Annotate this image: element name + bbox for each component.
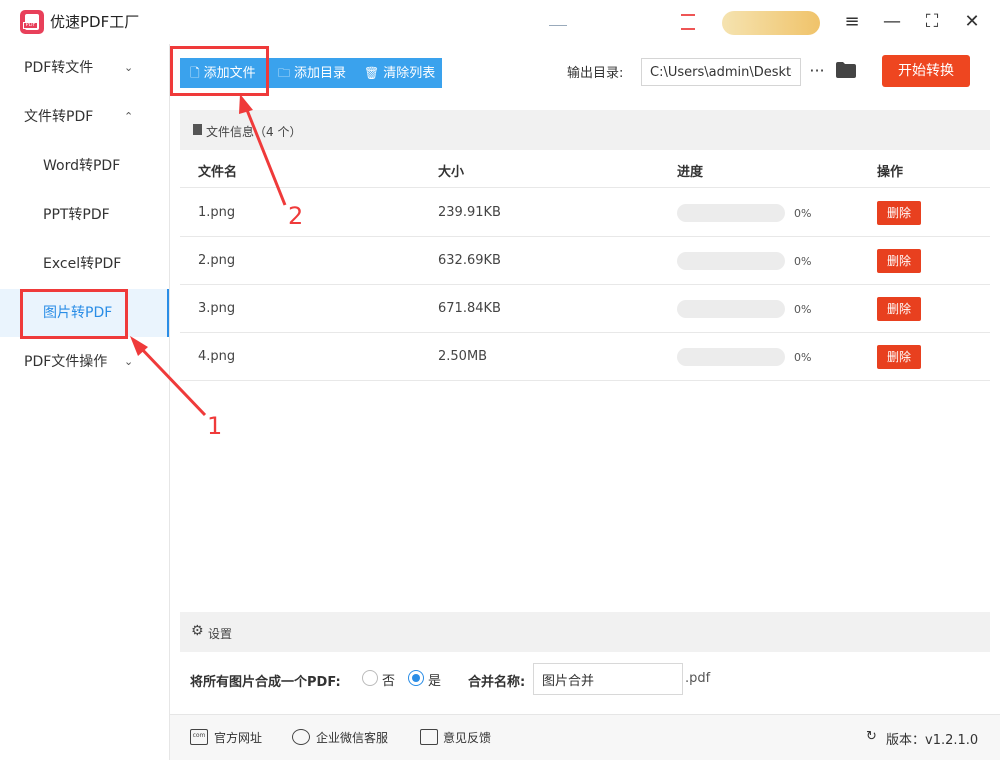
- status-icon: [549, 18, 567, 26]
- sidebar-item-label: PPT转PDF: [43, 207, 110, 223]
- file-info-label: 文件信息（4 个）: [206, 125, 302, 139]
- sidebar: PDF转文件 ⌄ 文件转PDF ⌃ Word转PDF PPT转PDF Excel…: [0, 44, 170, 760]
- version-label: 版本：v1.2.1.0: [886, 733, 979, 748]
- sidebar-item-label: Word转PDF: [43, 158, 121, 174]
- close-icon[interactable]: ✕: [960, 10, 984, 34]
- sidebar-item-file-to-pdf[interactable]: 文件转PDF ⌃: [0, 93, 169, 141]
- file-name: 4.png: [198, 349, 236, 364]
- folder-icon[interactable]: [836, 62, 856, 78]
- column-header-name: 文件名: [198, 165, 238, 180]
- logo-text: PDF: [23, 22, 38, 29]
- sidebar-item-label: 文件转PDF: [24, 109, 94, 125]
- output-dir-label: 输出目录:: [567, 66, 624, 81]
- footer: com 官方网址 企业微信客服 意见反馈 ↻ 版本：v1.2.1.0: [170, 714, 1000, 760]
- radio-yes[interactable]: [408, 670, 424, 686]
- sidebar-item-label: Excel转PDF: [43, 256, 122, 272]
- sidebar-item-word-to-pdf[interactable]: Word转PDF: [0, 142, 169, 190]
- sidebar-item-image-to-pdf[interactable]: 图片转PDF: [0, 289, 169, 337]
- progress-bar: [677, 300, 785, 318]
- start-convert-button[interactable]: 开始转换: [882, 55, 970, 87]
- feedback-link[interactable]: 意见反馈: [443, 729, 491, 746]
- website-link[interactable]: 官方网址: [214, 729, 262, 746]
- menu-icon[interactable]: ≡: [840, 10, 864, 34]
- gear-icon: ⚙: [191, 623, 204, 639]
- output-dir-input[interactable]: [641, 58, 801, 86]
- merge-name-label: 合并名称:: [468, 675, 526, 690]
- clear-list-label: 清除列表: [383, 66, 436, 81]
- radio-no[interactable]: [362, 670, 378, 686]
- wechat-icon: [292, 729, 310, 745]
- column-header-action: 操作: [877, 165, 904, 180]
- progress-percent: 0%: [794, 351, 812, 364]
- minimize-icon[interactable]: —: [880, 10, 904, 34]
- document-icon: [193, 124, 202, 135]
- app-logo: PDF: [20, 10, 44, 34]
- sidebar-item-excel-to-pdf[interactable]: Excel转PDF: [0, 240, 169, 288]
- app-title: 优速PDF工厂: [50, 13, 140, 31]
- annotation-label-2: 2: [288, 202, 304, 230]
- table-row: 4.png 2.50MB 0% 删除: [180, 333, 990, 381]
- add-folder-button[interactable]: 🗀 添加目录: [268, 58, 354, 88]
- chevron-up-icon: ⌃: [124, 110, 134, 123]
- progress-percent: 0%: [794, 207, 812, 220]
- file-extension: .pdf: [685, 671, 711, 686]
- sidebar-item-pdf-to-file[interactable]: PDF转文件 ⌄: [0, 44, 169, 92]
- trash-icon: 🗑: [364, 66, 380, 80]
- maximize-icon[interactable]: ⛶: [920, 10, 944, 34]
- file-name: 3.png: [198, 301, 236, 316]
- radio-no-label: 否: [382, 674, 396, 689]
- title-bar: PDF 优速PDF工厂 ≡ — ⛶ ✕: [0, 0, 1000, 44]
- merge-option-label: 将所有图片合成一个PDF:: [190, 675, 341, 690]
- table-row: 3.png 671.84KB 0% 删除: [180, 285, 990, 333]
- vip-badge[interactable]: [722, 11, 820, 35]
- website-icon: com: [190, 729, 208, 745]
- file-size: 2.50MB: [438, 349, 488, 364]
- delete-button[interactable]: 删除: [877, 201, 921, 225]
- progress-bar: [677, 348, 785, 366]
- file-size: 239.91KB: [438, 205, 501, 220]
- progress-percent: 0%: [794, 255, 812, 268]
- more-options-button[interactable]: ···: [806, 58, 828, 86]
- table-header: 文件名 大小 进度 操作: [180, 150, 990, 188]
- add-file-button[interactable]: 🗋 添加文件: [180, 58, 268, 88]
- table-row: 2.png 632.69KB 0% 删除: [180, 237, 990, 285]
- sidebar-item-pdf-operations[interactable]: PDF文件操作 ⌄: [0, 338, 169, 386]
- settings-header: ⚙ 设置: [180, 612, 990, 652]
- delete-button[interactable]: 删除: [877, 249, 921, 273]
- sidebar-item-label: 图片转PDF: [43, 305, 113, 321]
- delete-button[interactable]: 删除: [877, 297, 921, 321]
- column-header-progress: 进度: [677, 165, 704, 180]
- file-size: 632.69KB: [438, 253, 501, 268]
- feedback-icon: [420, 729, 438, 745]
- sidebar-item-label: PDF转文件: [24, 60, 94, 76]
- merge-name-input[interactable]: [533, 663, 683, 695]
- settings-panel: 将所有图片合成一个PDF: 否 是 合并名称: .pdf: [180, 652, 990, 708]
- wechat-service-link[interactable]: 企业微信客服: [316, 729, 388, 746]
- settings-label: 设置: [208, 627, 233, 641]
- clear-list-button[interactable]: 🗑 清除列表: [354, 58, 442, 88]
- column-header-size: 大小: [438, 165, 465, 180]
- progress-bar: [677, 204, 785, 222]
- add-file-label: 添加文件: [203, 66, 256, 81]
- sidebar-item-label: PDF文件操作: [24, 354, 108, 370]
- toolbar: 🗋添加文件 🗀添加目录 🗑清除列表 输出目录: ··· 开始转换: [170, 44, 1000, 102]
- file-name: 2.png: [198, 253, 236, 268]
- annotation-label-1: 1: [207, 412, 223, 440]
- chevron-down-icon: ⌄: [124, 61, 134, 74]
- sidebar-item-ppt-to-pdf[interactable]: PPT转PDF: [0, 191, 169, 239]
- chevron-down-icon: ⌄: [124, 355, 134, 368]
- progress-bar: [677, 252, 785, 270]
- add-folder-label: 添加目录: [294, 66, 347, 81]
- delete-button[interactable]: 删除: [877, 345, 921, 369]
- file-info-header: 文件信息（4 个）: [180, 110, 990, 150]
- file-icon: 🗋: [190, 66, 200, 80]
- refresh-icon[interactable]: ↻: [866, 729, 877, 744]
- file-name: 1.png: [198, 205, 236, 220]
- file-size: 671.84KB: [438, 301, 501, 316]
- folder-outline-icon: 🗀: [278, 66, 291, 80]
- radio-yes-label: 是: [428, 674, 442, 689]
- flag-icon[interactable]: [681, 14, 695, 30]
- progress-percent: 0%: [794, 303, 812, 316]
